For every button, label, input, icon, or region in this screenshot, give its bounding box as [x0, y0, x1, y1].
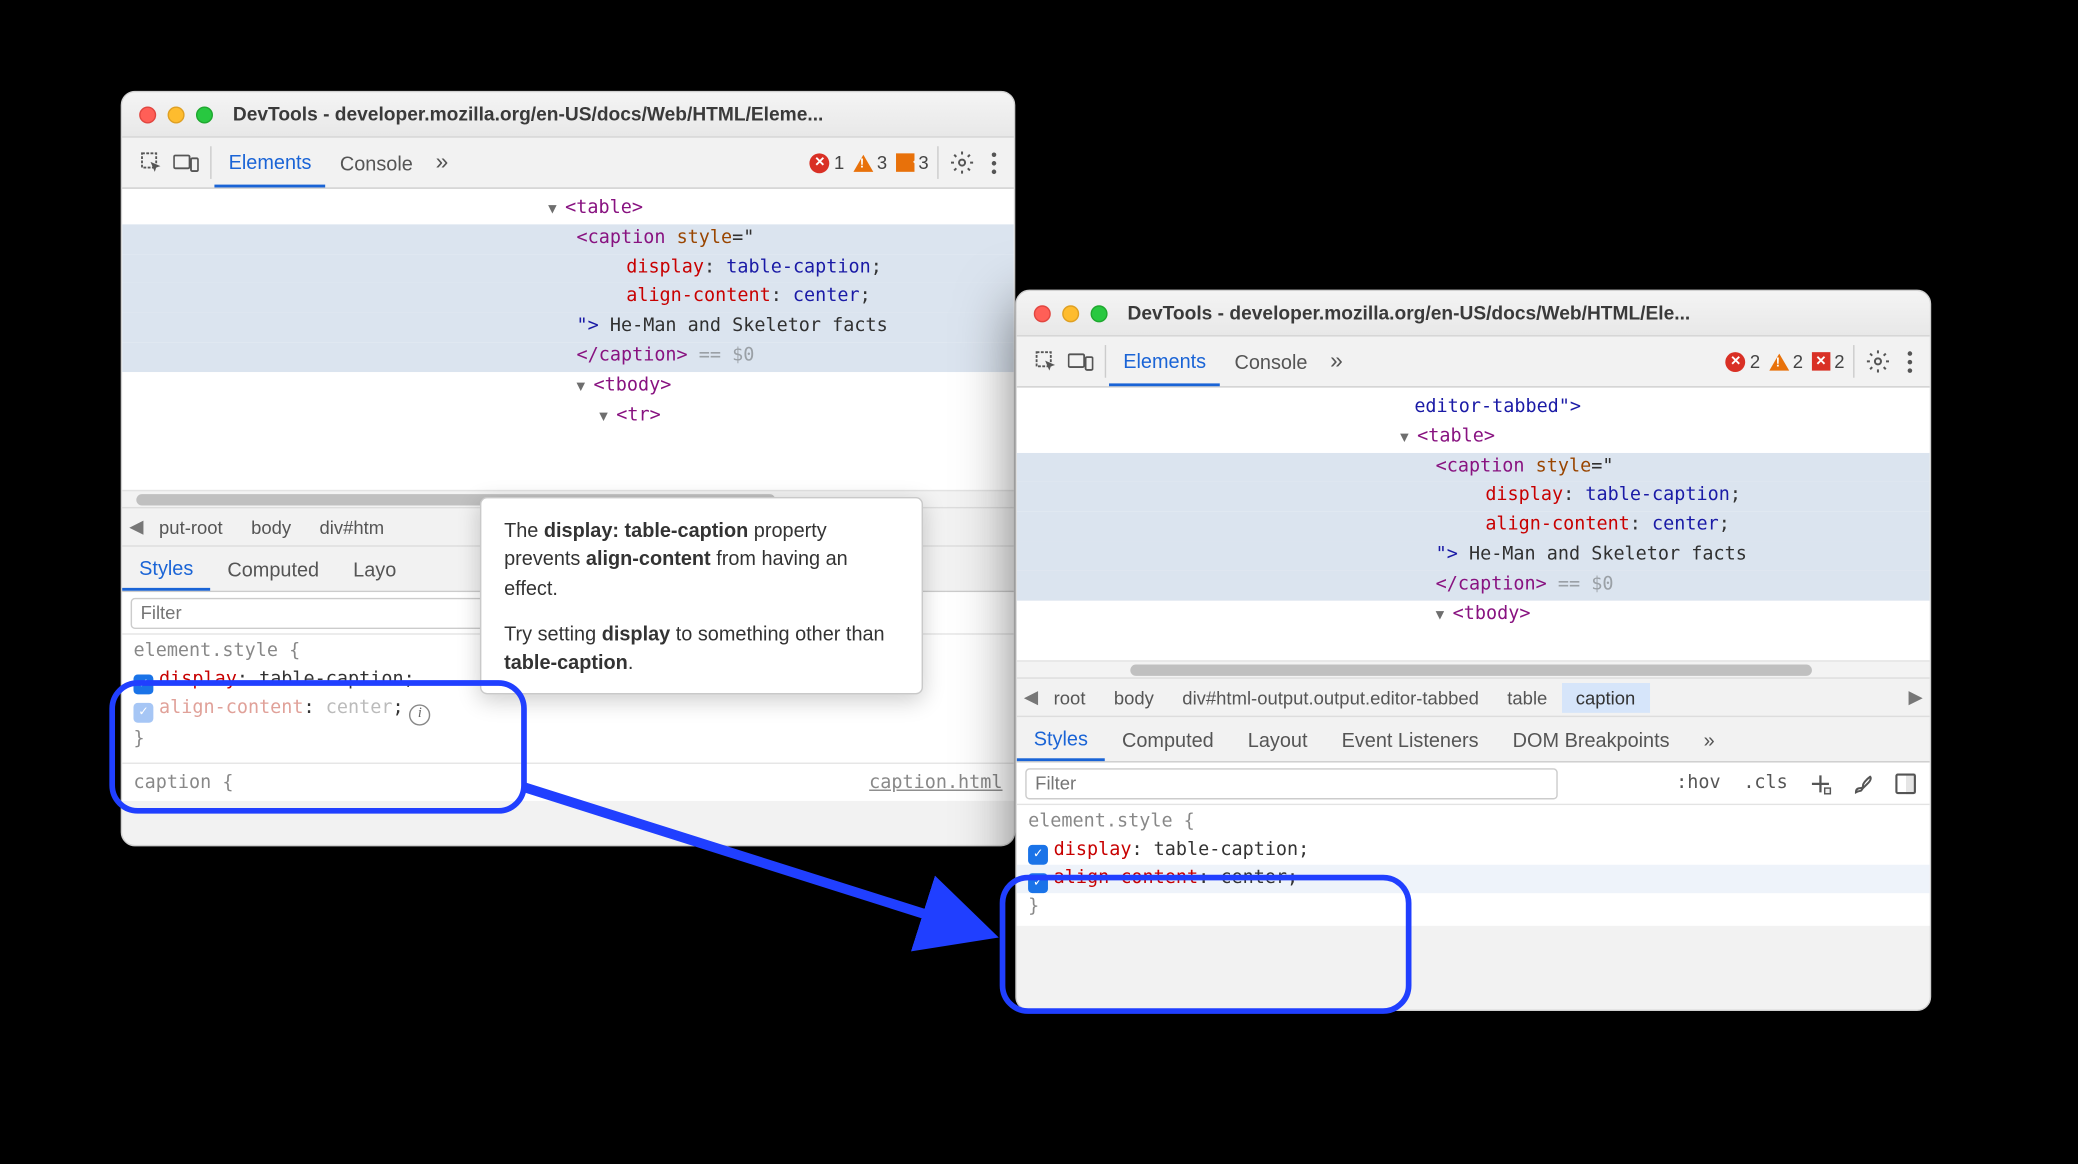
property-toggle-checkbox[interactable]: ✓ [1028, 873, 1048, 893]
paint-brush-icon[interactable] [1847, 772, 1878, 795]
styles-subtabs: Styles Computed Layout Event Listeners D… [1017, 717, 1930, 762]
maximize-window-button[interactable] [196, 106, 213, 123]
new-style-rule-icon[interactable] [1805, 772, 1836, 795]
device-mode-icon[interactable] [1068, 349, 1094, 375]
subtabs-overflow-button[interactable]: » [1687, 717, 1732, 761]
issue-count: 2 [1834, 351, 1844, 372]
elements-dom-tree[interactable]: ▼<table> <caption style=" display: table… [122, 189, 1014, 490]
breadcrumb-scroll-left-icon[interactable]: ◀ [1022, 686, 1039, 709]
window-title: DevTools - developer.mozilla.org/en-US/d… [224, 104, 996, 125]
property-toggle-checkbox[interactable]: ✓ [1028, 845, 1048, 865]
window-traffic-lights [1034, 305, 1108, 322]
subtab-computed[interactable]: Computed [210, 547, 336, 591]
property-toggle-checkbox[interactable]: ✓ [133, 674, 153, 694]
selector-text: element.style { [133, 640, 300, 661]
breadcrumb-item[interactable]: div#htm [305, 512, 398, 542]
tabs-overflow-button[interactable]: » [427, 138, 457, 188]
error-icon: ✕ [1726, 351, 1746, 371]
breadcrumb-item[interactable]: body [237, 512, 305, 542]
styles-rules-list[interactable]: element.style { ✓display: table-caption;… [1017, 805, 1930, 925]
elements-dom-tree[interactable]: editor-tabbed"> ▼<table> <caption style=… [1017, 388, 1930, 661]
breadcrumb-item[interactable]: root [1039, 682, 1099, 712]
tab-console[interactable]: Console [1220, 337, 1321, 387]
selector-text: element.style { [1028, 811, 1195, 832]
window-traffic-lights [139, 106, 213, 123]
minimize-window-button[interactable] [1062, 305, 1079, 322]
maximize-window-button[interactable] [1091, 305, 1108, 322]
devtools-toolbar: Elements Console » ✕2 2 ✕2 [1017, 337, 1930, 388]
tab-elements[interactable]: Elements [1109, 337, 1220, 387]
computed-panel-icon[interactable] [1890, 772, 1921, 795]
close-window-button[interactable] [1034, 305, 1051, 322]
inspect-element-icon[interactable] [1034, 349, 1060, 375]
settings-gear-icon[interactable] [941, 138, 982, 188]
subtab-computed[interactable]: Computed [1105, 717, 1231, 761]
warning-count: 2 [1793, 351, 1803, 372]
styles-filter-row: :hov .cls [1017, 763, 1930, 806]
rule-source-link[interactable]: caption.html [869, 769, 1002, 798]
cls-toggle-button[interactable]: .cls [1738, 772, 1794, 793]
subtab-event-listeners[interactable]: Event Listeners [1325, 717, 1496, 761]
breadcrumb-scroll-left-icon[interactable]: ◀ [128, 515, 145, 538]
inspect-element-icon[interactable] [139, 150, 165, 176]
horizontal-scrollbar[interactable] [1017, 660, 1930, 677]
error-count: 1 [834, 152, 844, 173]
warning-count: 3 [877, 152, 887, 173]
hov-toggle-button[interactable]: :hov [1670, 772, 1726, 793]
property-warning-tooltip: The display: table-caption property prev… [480, 497, 923, 695]
close-window-button[interactable] [139, 106, 156, 123]
breadcrumb-scroll-right-icon[interactable]: ▶ [1907, 686, 1924, 709]
flag-icon [896, 153, 914, 171]
flag-count: 3 [918, 152, 928, 173]
issue-badges[interactable]: ✕2 2 ✕2 [1726, 337, 1851, 387]
subtab-layout[interactable]: Layo [336, 547, 413, 591]
breadcrumb-item[interactable]: put-root [145, 512, 237, 542]
info-icon[interactable]: i [409, 704, 430, 725]
rule-selector: caption { [133, 769, 233, 798]
tabs-overflow-button[interactable]: » [1322, 337, 1352, 387]
kebab-menu-icon[interactable] [1899, 337, 1922, 387]
warning-icon [853, 154, 873, 171]
subtab-layout[interactable]: Layout [1231, 717, 1325, 761]
issue-badge-icon: ✕ [1812, 352, 1830, 370]
devtools-window-b: DevTools - developer.mozilla.org/en-US/d… [1015, 290, 1931, 1011]
error-count: 2 [1750, 351, 1760, 372]
window-title: DevTools - developer.mozilla.org/en-US/d… [1119, 302, 1913, 323]
styles-filter-input[interactable] [1025, 768, 1558, 799]
breadcrumb-item[interactable]: caption [1562, 682, 1650, 712]
styles-filter-input[interactable] [131, 597, 486, 628]
settings-gear-icon[interactable] [1857, 337, 1898, 387]
titlebar[interactable]: DevTools - developer.mozilla.org/en-US/d… [122, 92, 1014, 137]
warning-icon [1769, 353, 1789, 370]
subtab-styles[interactable]: Styles [1017, 717, 1105, 761]
breadcrumb-item[interactable]: div#html-output.output.editor-tabbed [1168, 682, 1493, 712]
kebab-menu-icon[interactable] [983, 138, 1006, 188]
dom-breadcrumbs[interactable]: ◀ root body div#html-output.output.edito… [1017, 677, 1930, 717]
tab-elements[interactable]: Elements [214, 138, 325, 188]
device-mode-icon[interactable] [173, 150, 199, 176]
breadcrumb-item[interactable]: body [1100, 682, 1168, 712]
error-icon: ✕ [810, 153, 830, 173]
breadcrumb-item[interactable]: table [1493, 682, 1561, 712]
titlebar[interactable]: DevTools - developer.mozilla.org/en-US/d… [1017, 291, 1930, 336]
inspect-toggle-group [131, 138, 208, 188]
devtools-window-a: DevTools - developer.mozilla.org/en-US/d… [121, 91, 1016, 846]
issue-badges[interactable]: ✕1 3 3 [810, 138, 935, 188]
minimize-window-button[interactable] [168, 106, 185, 123]
subtab-styles[interactable]: Styles [122, 547, 210, 591]
subtab-dom-breakpoints[interactable]: DOM Breakpoints [1496, 717, 1687, 761]
tab-console[interactable]: Console [326, 138, 427, 188]
property-toggle-checkbox[interactable]: ✓ [133, 703, 153, 723]
devtools-toolbar: Elements Console » ✕1 3 3 [122, 138, 1014, 189]
